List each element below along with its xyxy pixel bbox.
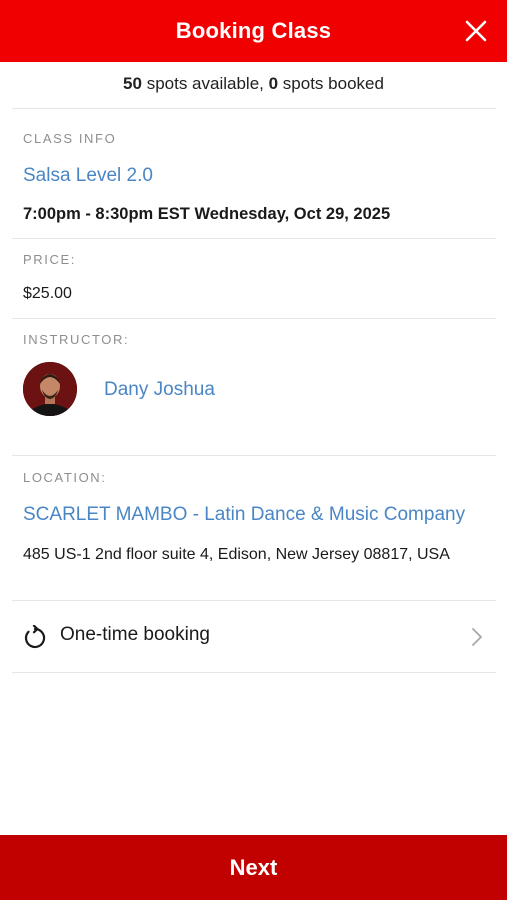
instructor-avatar[interactable] — [23, 362, 77, 416]
location-address: 485 US-1 2nd floor suite 4, Edison, New … — [23, 546, 450, 563]
location-name-link[interactable]: SCARLET MAMBO - Latin Dance & Music Comp… — [23, 504, 465, 526]
price-value: $25.00 — [23, 285, 72, 302]
instructor-label: INSTRUCTOR: — [23, 332, 130, 347]
class-name-link[interactable]: Salsa Level 2.0 — [23, 165, 153, 187]
spots-available-count: 50 — [123, 74, 142, 93]
booking-type-label: One-time booking — [60, 624, 210, 645]
class-info-label: CLASS INFO — [23, 131, 117, 146]
chevron-right-icon — [472, 628, 482, 646]
spots-booked-count: 0 — [268, 74, 279, 93]
divider — [12, 672, 496, 673]
close-icon — [465, 20, 487, 42]
class-schedule: 7:00pm - 8:30pm EST Wednesday, Oct 29, 2… — [23, 205, 391, 223]
spots-booked-text: spots booked — [278, 74, 384, 93]
page-title: Booking Class — [175, 18, 332, 43]
divider — [12, 600, 496, 601]
divider — [12, 108, 496, 109]
spots-summary: 50 spots available, 0 spots booked — [0, 74, 507, 94]
header-bar: Booking Class — [0, 0, 507, 62]
refresh-icon — [24, 625, 46, 649]
divider — [12, 455, 496, 456]
next-button[interactable]: Next — [0, 835, 507, 900]
divider — [12, 318, 496, 319]
spots-available-text: spots available, — [141, 74, 269, 93]
divider — [12, 238, 496, 239]
price-label: PRICE: — [23, 252, 76, 267]
location-label: LOCATION: — [23, 470, 107, 485]
close-button[interactable] — [459, 14, 493, 48]
booking-type-row[interactable]: One-time booking — [12, 604, 496, 670]
instructor-name-link[interactable]: Dany Joshua — [104, 379, 215, 401]
